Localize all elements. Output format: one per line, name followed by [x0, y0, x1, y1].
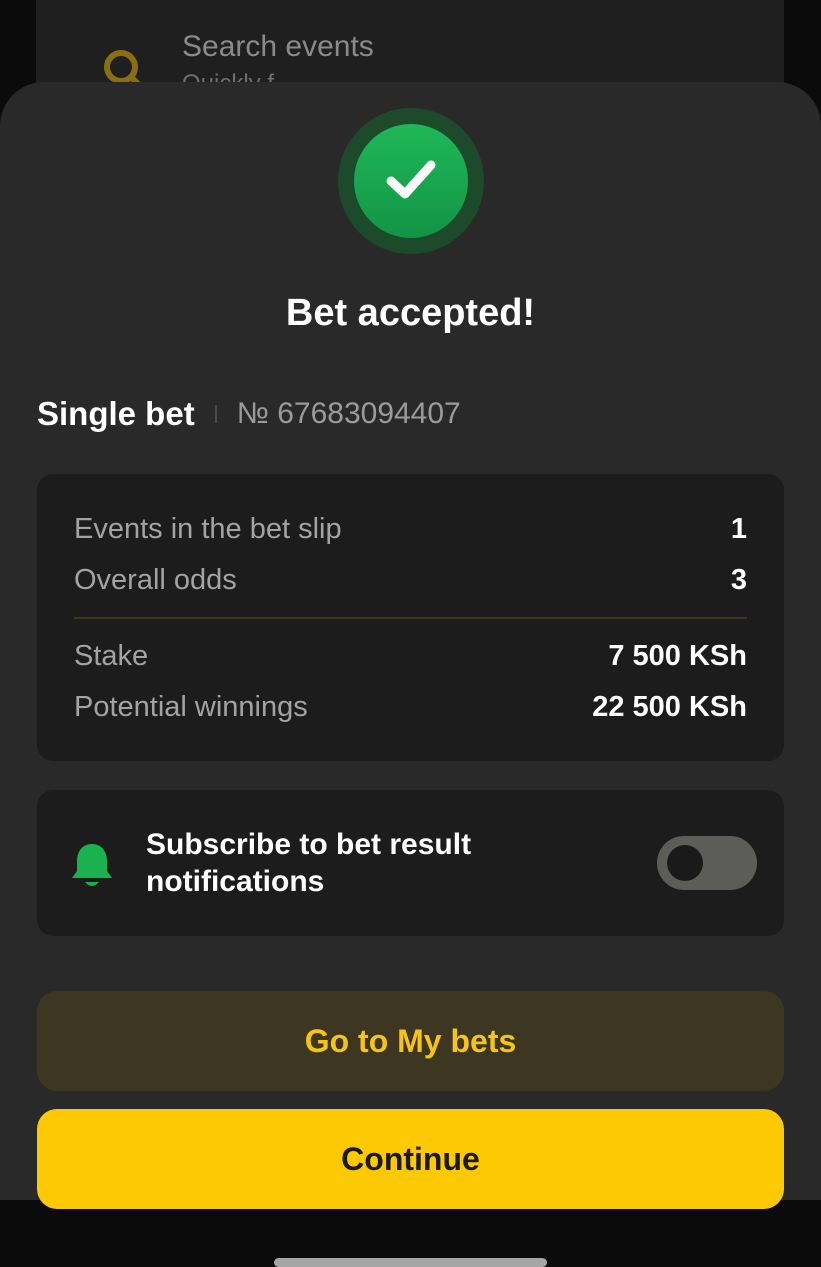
- summary-label: Overall odds: [74, 563, 237, 596]
- bet-summary-card: Events in the bet slip 1 Overall odds 3 …: [37, 474, 784, 761]
- continue-button[interactable]: Continue: [37, 1109, 784, 1209]
- toggle-knob: [667, 845, 703, 881]
- summary-value: 1: [730, 512, 747, 545]
- dialog-title: Bet accepted!: [285, 292, 536, 334]
- summary-row-winnings: Potential winnings 22 500 KSh: [74, 687, 747, 727]
- bet-accepted-sheet: Bet accepted! Single bet № 67683094407 E…: [0, 82, 821, 1267]
- bet-type: Single bet: [37, 395, 195, 432]
- home-indicator[interactable]: [274, 1258, 547, 1267]
- summary-value: 22 500 KSh: [592, 690, 747, 723]
- summary-divider: [74, 617, 747, 619]
- bet-info-row: Single bet № 67683094407: [37, 395, 461, 433]
- go-to-my-bets-button[interactable]: Go to My bets: [37, 991, 784, 1091]
- bell-icon: [70, 840, 114, 895]
- summary-row-odds: Overall odds 3: [74, 560, 747, 600]
- summary-value: 3: [730, 563, 747, 596]
- summary-label: Stake: [74, 639, 149, 672]
- summary-row-stake: Stake 7 500 KSh: [74, 636, 747, 676]
- success-badge: [338, 108, 484, 254]
- notification-label: Subscribe to bet result notifications: [146, 828, 472, 898]
- separator: [214, 405, 217, 423]
- notification-toggle[interactable]: [657, 836, 757, 890]
- summary-label: Potential winnings: [74, 690, 308, 723]
- notification-subscribe-card: Subscribe to bet result notifications: [37, 790, 784, 936]
- bet-number: № 67683094407: [236, 397, 461, 430]
- summary-label: Events in the bet slip: [74, 512, 342, 545]
- summary-row-events: Events in the bet slip 1: [74, 509, 747, 549]
- check-icon: [379, 147, 443, 216]
- search-placeholder: Search events: [182, 30, 374, 63]
- summary-value: 7 500 KSh: [608, 639, 747, 672]
